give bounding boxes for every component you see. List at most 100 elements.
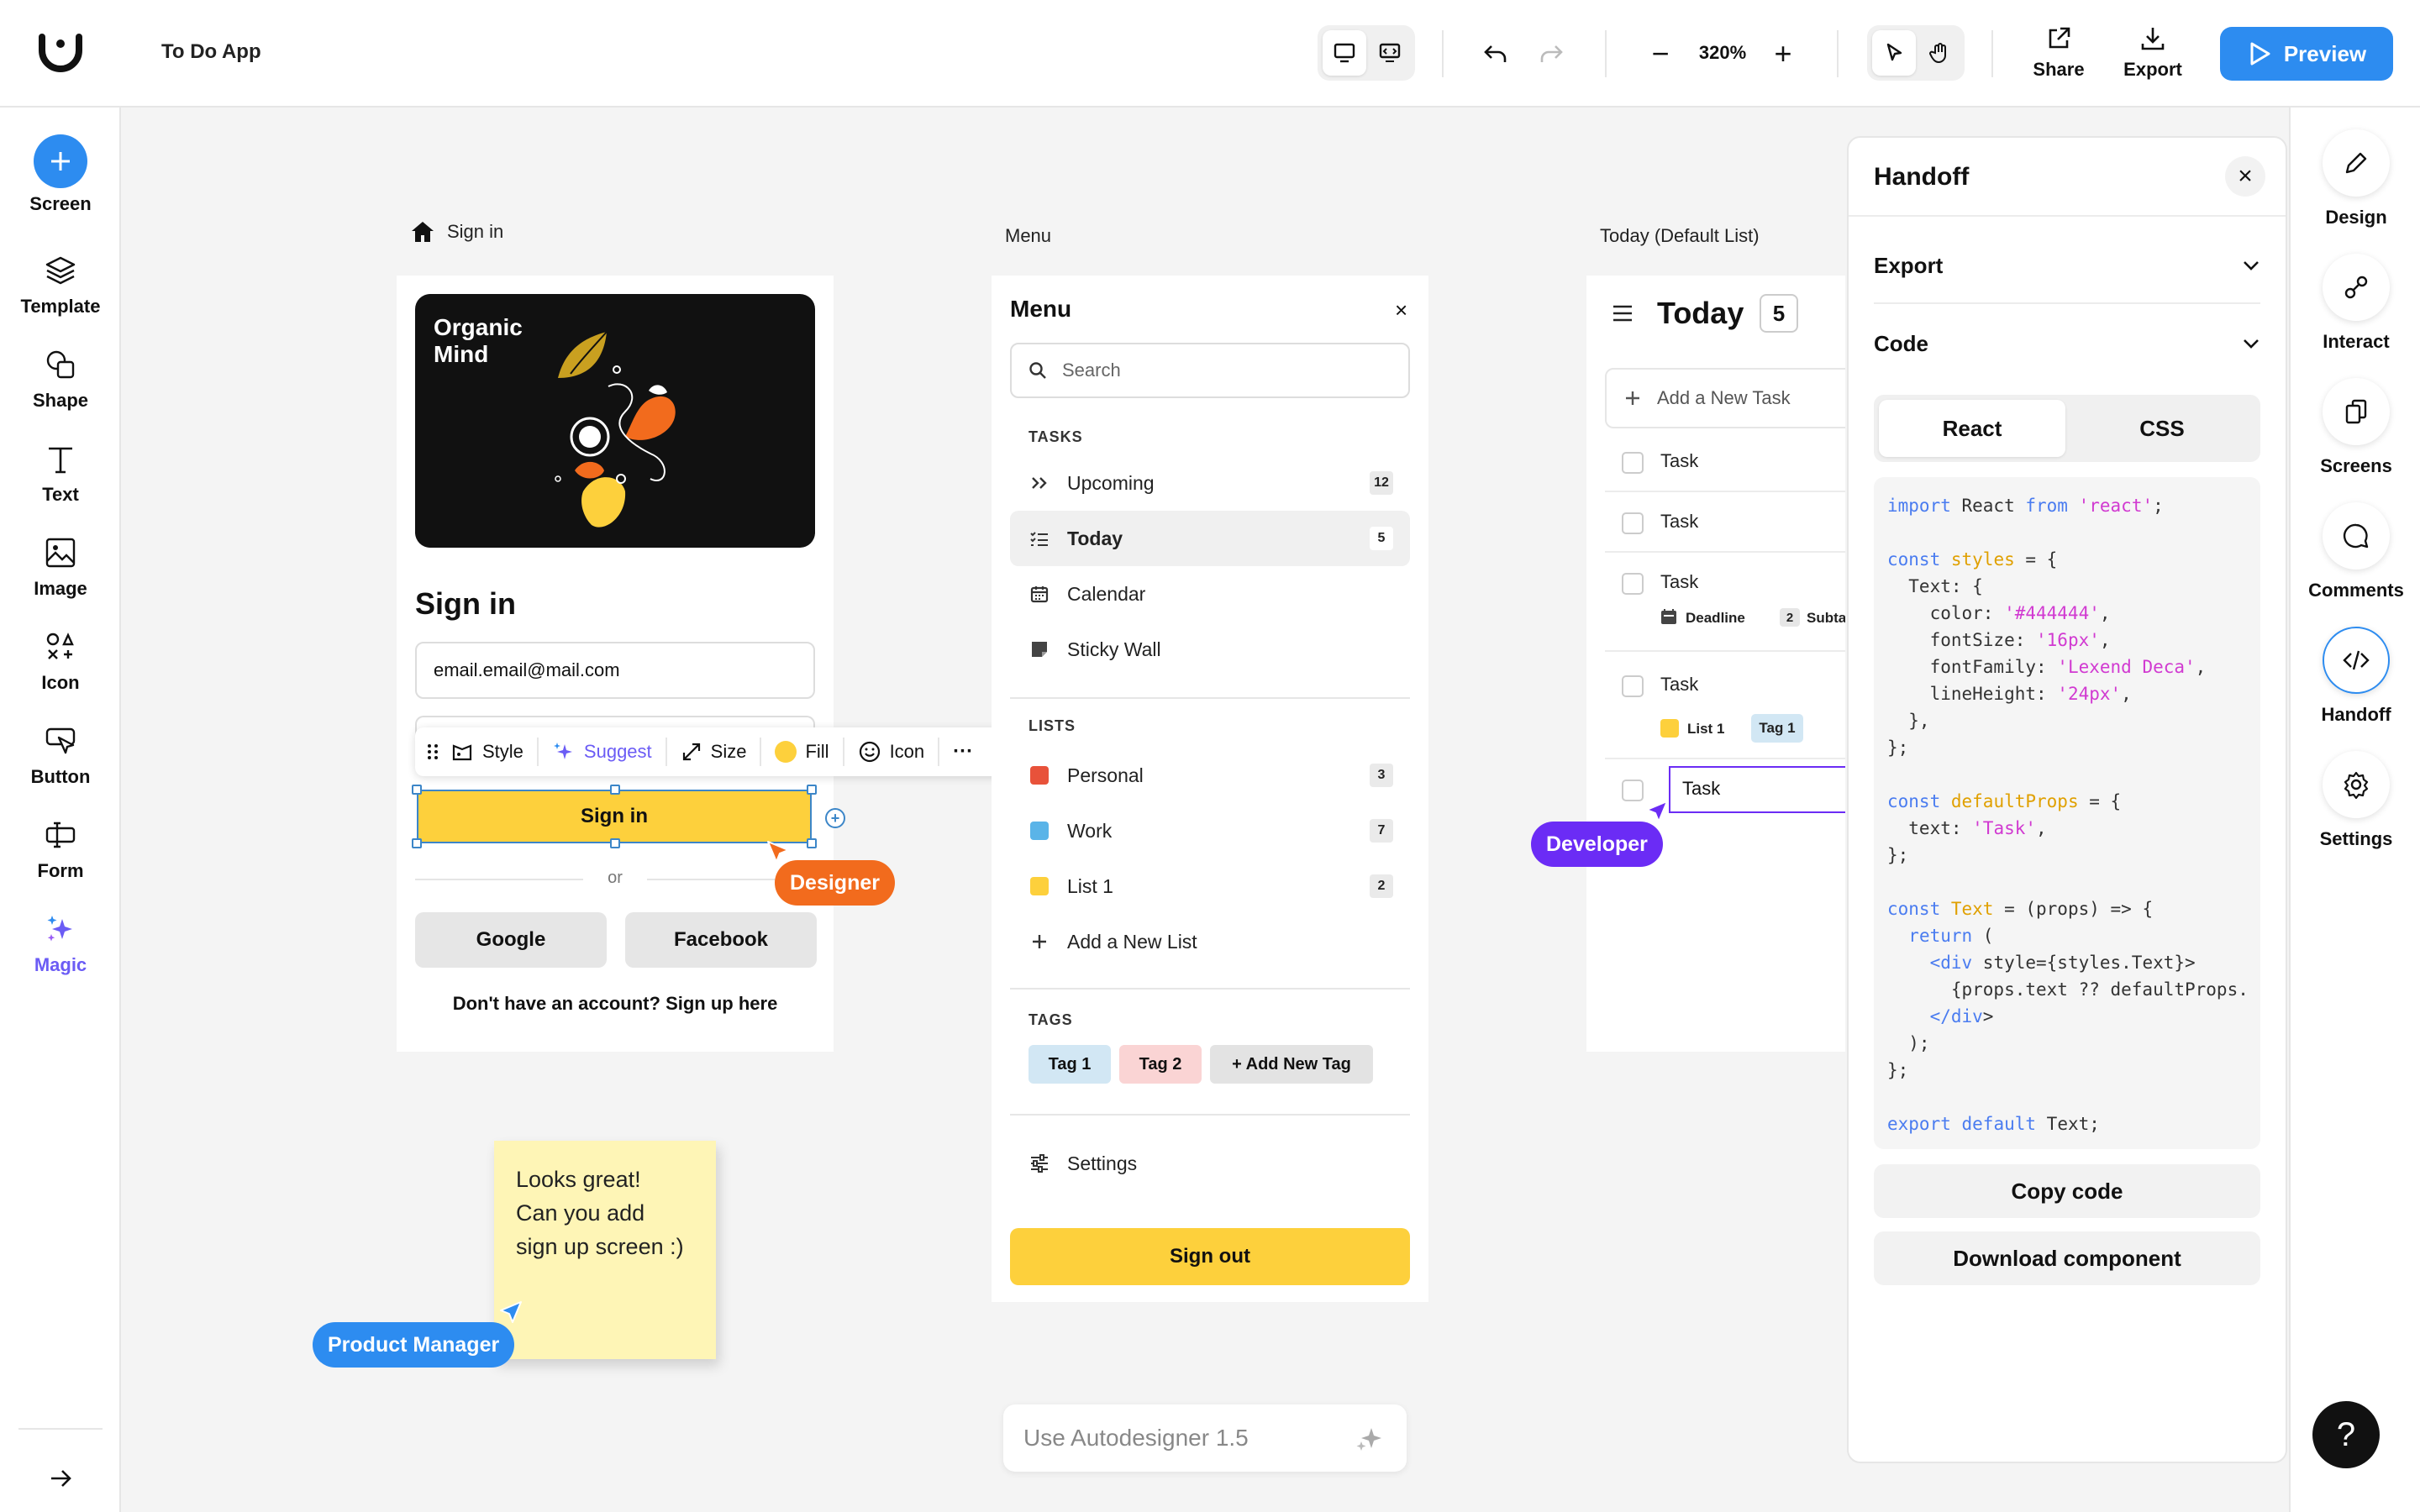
code-view-button[interactable] [1368,30,1412,76]
copy-code-button[interactable]: Copy code [1874,1164,2260,1218]
count-badge: 12 [1370,471,1393,495]
drag-handle[interactable] [415,727,450,776]
help-button[interactable]: ? [2312,1401,2380,1468]
sidebar-item-button[interactable]: Button [0,721,121,788]
export-section-header[interactable]: Export [1874,228,2260,304]
resize-handle[interactable] [412,785,422,795]
menu-item-upcoming[interactable]: Upcoming 12 [1010,455,1410,511]
uizard-logo[interactable] [37,32,84,72]
count-badge: 3 [1370,764,1393,787]
frame-label-menu[interactable]: Menu [1005,225,1051,247]
rightbar-item-design[interactable]: Design [2291,129,2420,228]
tab-react[interactable]: React [1879,400,2065,457]
zoom-level[interactable]: 320% [1689,42,1756,64]
add-task-input[interactable]: Add a New Task [1605,368,1845,428]
plus-icon: + [1774,36,1792,71]
email-field[interactable]: email.email@mail.com [415,642,815,699]
autodesigner-prompt-input[interactable]: Use Autodesigner 1.5 [1003,1404,1407,1472]
expand-sidebar-button[interactable] [42,1460,79,1497]
frame-label-today[interactable]: Today (Default List) [1600,225,1760,247]
share-button[interactable]: Share [2017,22,2101,86]
resize-handle[interactable] [807,838,817,848]
icon-button[interactable]: Icon [844,727,939,776]
menu-screen-frame[interactable]: Menu × Search TASKS Upcoming 12 Today 5 … [992,276,1428,1302]
search-input[interactable]: Search [1010,343,1410,398]
redo-button[interactable] [1531,34,1571,74]
rightbar-item-screens[interactable]: Screens [2291,378,2420,477]
menu-item-list-1[interactable]: List 1 2 [1010,858,1410,914]
close-panel-button[interactable]: × [2225,156,2265,197]
sidebar-item-screen[interactable]: Screen [0,134,121,215]
sidebar-item-magic[interactable]: Magic [0,909,121,976]
task-row[interactable]: Task List 1 Tag 1 [1605,652,1845,759]
rightbar-item-comments[interactable]: Comments [2291,502,2420,601]
code-language-tabs: React CSS [1874,395,2260,462]
signout-button[interactable]: Sign out [1010,1228,1410,1285]
more-options-button[interactable]: ··· [939,727,986,776]
menu-item-calendar[interactable]: Calendar [1010,566,1410,622]
task-checkbox[interactable] [1622,452,1644,474]
download-component-button[interactable]: Download component [1874,1231,2260,1285]
rightbar-item-interact[interactable]: Interact [2291,254,2420,353]
tab-css[interactable]: CSS [2069,400,2255,457]
select-tool-button[interactable] [1872,30,1916,76]
resize-handle[interactable] [610,838,620,848]
add-new-tag-button[interactable]: + Add New Tag [1210,1045,1373,1084]
task-checkbox[interactable] [1622,675,1644,697]
sidebar-item-text[interactable]: Text [0,438,121,506]
signin-screen-frame[interactable]: Organic Mind Sign in email.email@mail.co… [397,276,834,1052]
sidebar-item-icon[interactable]: Icon [0,627,121,694]
add-element-icon[interactable]: + [825,808,845,828]
today-screen-frame[interactable]: Today 5 Add a New Task Task Task Task De… [1586,276,1845,1052]
shapes-icon [40,344,81,385]
sidebar-item-image[interactable]: Image [0,533,121,600]
task-row[interactable]: Task Deadline 2 Subta [1605,553,1845,652]
task-checkbox[interactable] [1622,573,1644,595]
resize-handle[interactable] [412,838,422,848]
hamburger-menu-icon[interactable] [1612,304,1634,323]
rightbar-item-handoff[interactable]: Handoff [2291,627,2420,726]
google-button[interactable]: Google [415,912,607,968]
menu-item-sticky-wall[interactable]: Sticky Wall [1010,622,1410,677]
menu-item-today[interactable]: Today 5 [1010,511,1410,566]
code-preview[interactable]: import React from 'react'; const styles … [1874,477,2260,1149]
menu-item-personal[interactable]: Personal 3 [1010,748,1410,803]
facebook-button[interactable]: Facebook [625,912,817,968]
task-label[interactable]: Task [1669,766,1845,813]
size-button[interactable]: Size [667,727,760,776]
tag-chip[interactable]: Tag 1 [1028,1045,1111,1084]
task-checkbox[interactable] [1622,512,1644,534]
task-row[interactable]: Task [1605,432,1845,492]
fill-button[interactable]: Fill [761,727,842,776]
sidebar-item-form[interactable]: Form [0,815,121,882]
zoom-out-button[interactable]: − [1640,34,1681,74]
frame-label-signin[interactable]: Sign in [410,220,503,244]
today-title: Today [1657,296,1744,330]
pan-tool-button[interactable] [1918,30,1961,76]
tag-chip[interactable]: Tag 2 [1119,1045,1202,1084]
desktop-view-button[interactable] [1323,30,1366,76]
menu-item-work[interactable]: Work 7 [1010,803,1410,858]
project-title[interactable]: To Do App [161,40,261,64]
task-checkbox[interactable] [1622,780,1644,801]
sticky-note-comment[interactable]: Looks great! Can you add sign up screen … [494,1141,716,1359]
close-menu-icon[interactable]: × [1395,297,1407,323]
add-new-list-button[interactable]: Add a New List [1010,914,1410,969]
signup-link[interactable]: Don't have an account? Sign up here [415,993,815,1015]
zoom-in-button[interactable]: + [1763,34,1803,74]
resize-handle[interactable] [610,785,620,795]
export-button[interactable]: Export [2111,22,2195,86]
sidebar-item-shape[interactable]: Shape [0,344,121,412]
task-row-selected[interactable]: Task [1605,759,1845,820]
task-row[interactable]: Task [1605,492,1845,553]
suggest-button[interactable]: Suggest [539,727,666,776]
rightbar-item-settings[interactable]: Settings [2291,751,2420,850]
undo-button[interactable] [1476,34,1516,74]
resize-handle[interactable] [807,785,817,795]
style-button[interactable]: Style [450,727,537,776]
code-section-header[interactable]: Code [1874,306,2260,381]
preview-button[interactable]: Preview [2220,27,2393,81]
signin-button[interactable]: Sign in [417,790,812,843]
menu-item-settings[interactable]: Settings [1010,1136,1410,1191]
sidebar-item-template[interactable]: Template [0,250,121,318]
